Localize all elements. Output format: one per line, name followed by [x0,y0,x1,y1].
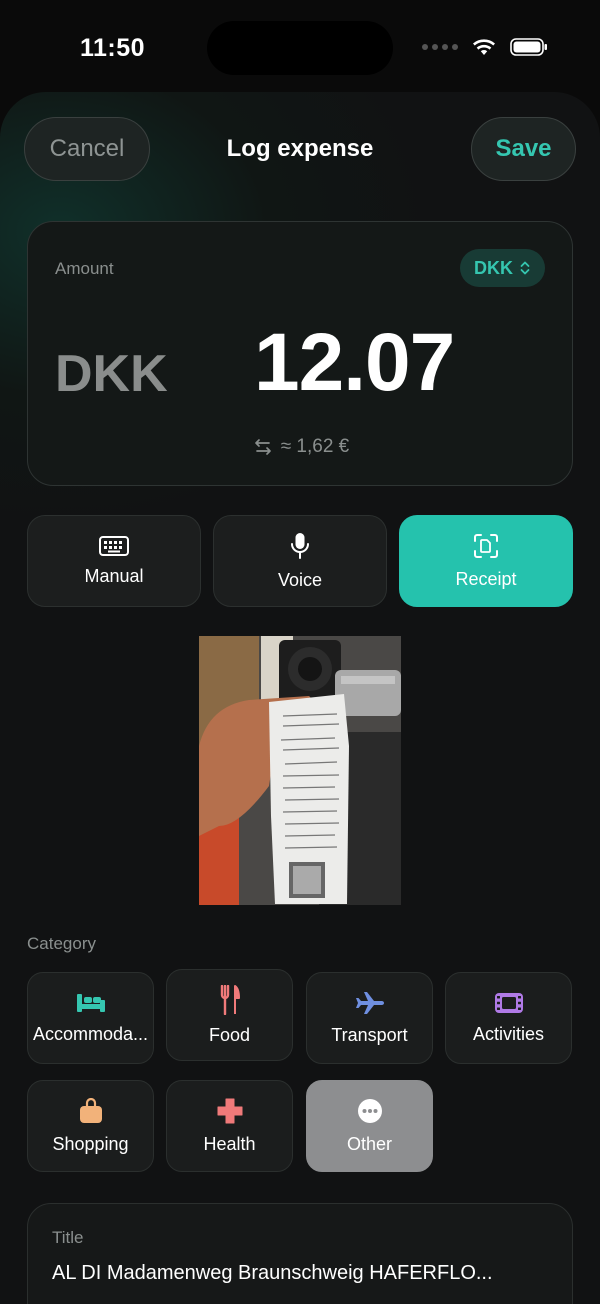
dynamic-island [207,21,393,75]
keyboard-icon [99,535,129,556]
title-input[interactable]: AL DI Madamenweg Braunschweig HAFERFLO..… [52,1262,552,1285]
receipt-photo-image [199,636,401,905]
category-accommodation[interactable]: Accommoda... [27,972,154,1064]
title-label: Title [52,1228,84,1247]
film-ticket-icon [494,992,523,1013]
amount-input[interactable]: 12.07 [254,316,455,410]
battery-icon [510,38,547,56]
wifi-icon [473,39,495,55]
category-transport[interactable]: Transport [306,972,433,1064]
fork-knife-icon [220,984,240,1015]
currency-code: DKK [55,345,168,403]
airplane-icon [355,991,384,1014]
expense-sheet: Cancel Log expense Save Amount DKK DKK 1… [0,92,600,1304]
currency-picker-label: DKK [474,257,513,278]
status-bar: 11:50 [0,0,600,95]
category-food-label: Food [208,1024,251,1045]
signal-icon [422,44,458,50]
category-accommodation-label: Accommoda... [32,1023,149,1044]
mode-voice-label: Voice [277,569,323,590]
conversion-row: ≈ 1,62 € [28,436,574,458]
receipt-photo[interactable] [199,636,401,905]
category-health[interactable]: Health [166,1080,293,1172]
bed-icon [76,993,105,1012]
microphone-icon [291,532,309,559]
amount-label: Amount [55,259,114,278]
category-shopping[interactable]: Shopping [27,1080,154,1172]
more-icon [357,1098,382,1123]
category-activities[interactable]: Activities [445,972,572,1064]
category-other-label: Other [346,1133,393,1154]
amount-card: Amount DKK DKK 12.07 ≈ 1,62 € [27,221,573,486]
mode-manual-label: Manual [84,565,144,586]
mode-manual-button[interactable]: Manual [27,515,201,607]
shopping-bag-icon [79,1097,102,1123]
category-food[interactable]: Food [166,969,293,1061]
mode-receipt-label: Receipt [455,568,517,589]
exchange-arrows-icon [254,439,271,455]
chevron-up-down-icon [520,261,530,275]
save-button[interactable]: Save [471,117,576,181]
category-shopping-label: Shopping [52,1133,129,1154]
title-field[interactable]: Title AL DI Madamenweg Braunschweig HAFE… [27,1203,573,1304]
receipt-scan-icon [474,533,498,558]
medical-cross-icon [217,1098,242,1123]
currency-picker[interactable]: DKK [460,249,545,287]
category-label: Category [27,934,96,953]
category-transport-label: Transport [331,1024,408,1045]
category-other[interactable]: Other [306,1080,433,1172]
mode-voice-button[interactable]: Voice [213,515,387,607]
category-activities-label: Activities [472,1023,544,1044]
converted-amount: ≈ 1,62 € [280,436,350,457]
mode-receipt-button[interactable]: Receipt [399,515,573,607]
status-time: 11:50 [80,34,146,62]
status-icons [422,38,548,56]
category-health-label: Health [203,1133,256,1154]
